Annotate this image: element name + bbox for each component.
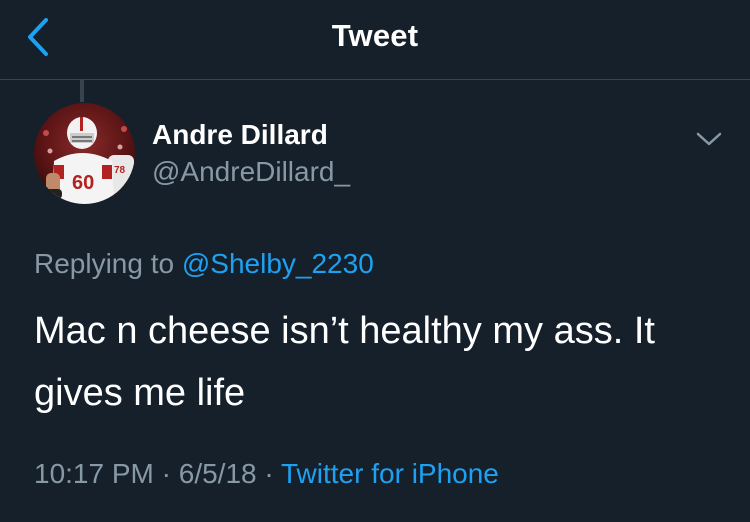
tweet-time: 10:17 PM <box>34 458 154 489</box>
author-display-name[interactable]: Andre Dillard <box>152 119 328 151</box>
tweet-body-text: Mac n cheese isn’t healthy my ass. It gi… <box>34 310 655 414</box>
replying-to-line: Replying to @Shelby_2230 <box>34 248 374 280</box>
tweet-menu-button[interactable] <box>694 128 724 150</box>
tweet-metadata: 10:17 PM · 6/5/18 · Twitter for iPhone <box>34 458 499 490</box>
page-title: Tweet <box>331 18 419 53</box>
meta-separator: · <box>161 458 171 489</box>
svg-text:78: 78 <box>114 165 126 176</box>
meta-separator: · <box>264 458 274 489</box>
avatar-image: 78 60 <box>34 103 135 204</box>
tweet-source-link[interactable]: Twitter for iPhone <box>281 458 499 489</box>
replying-to-label: Replying to <box>34 248 175 279</box>
tweet-detail-screen: Tweet 78 60 Andre Dillard @AndreDillard_… <box>0 0 750 522</box>
header-bar: Tweet <box>0 0 750 80</box>
tweet-date: 6/5/18 <box>178 458 257 489</box>
chevron-down-icon <box>696 132 722 146</box>
thread-connector-line <box>80 80 84 102</box>
author-handle[interactable]: @AndreDillard_ <box>152 156 350 188</box>
replying-to-mention-link[interactable]: @Shelby_2230 <box>182 248 374 279</box>
svg-text:60: 60 <box>72 172 94 194</box>
avatar[interactable]: 78 60 <box>34 103 135 204</box>
